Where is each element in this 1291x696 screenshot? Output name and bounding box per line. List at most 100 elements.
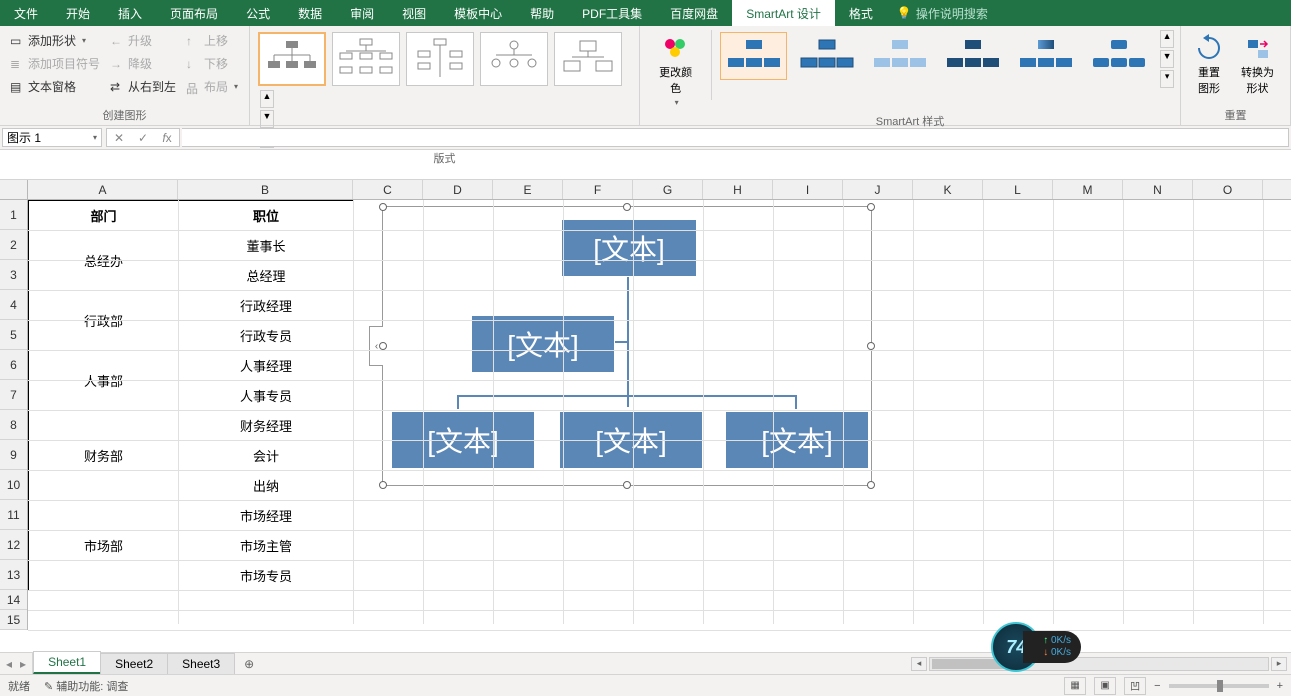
layout-option-5[interactable] (554, 32, 622, 86)
hscroll-track[interactable] (929, 657, 1269, 671)
zoom-slider[interactable] (1169, 684, 1269, 688)
col-header-M[interactable]: M (1053, 180, 1123, 199)
tab-format[interactable]: 格式 (835, 0, 887, 26)
row-header-14[interactable]: 14 (0, 590, 27, 610)
select-all-corner[interactable] (0, 180, 28, 200)
style-scroll-down[interactable]: ▼ (1160, 50, 1174, 68)
col-header-L[interactable]: L (983, 180, 1053, 199)
col-header-N[interactable]: N (1123, 180, 1193, 199)
convert-icon (1244, 34, 1272, 62)
row-header-7[interactable]: 7 (0, 380, 27, 410)
smartart-node-1[interactable]: [文本] (561, 219, 697, 277)
col-header-G[interactable]: G (633, 180, 703, 199)
reset-graphic-button[interactable]: 重置 图形 (1187, 30, 1231, 100)
row-header-3[interactable]: 3 (0, 260, 27, 290)
row-header-11[interactable]: 11 (0, 500, 27, 530)
widget-pill: ↑ 0K/s ↓ 0K/s (1023, 631, 1081, 663)
col-header-C[interactable]: C (353, 180, 423, 199)
tab-formulas[interactable]: 公式 (232, 0, 284, 26)
style-scroll-up[interactable]: ▲ (1160, 30, 1174, 48)
add-sheet-button[interactable]: ⊕ (234, 653, 264, 674)
tab-baidu[interactable]: 百度网盘 (656, 0, 732, 26)
layout-option-2[interactable] (332, 32, 400, 86)
style-option-6[interactable] (1085, 32, 1152, 80)
add-bullet-button: ≣添加项目符号 (6, 53, 104, 74)
col-header-A[interactable]: A (28, 180, 178, 199)
convert-button[interactable]: 转换为 形状 (1233, 30, 1282, 100)
name-box[interactable]: 图示 1 ▾ (2, 128, 102, 147)
fx-button[interactable]: fx (155, 131, 179, 145)
layout-option-4[interactable] (480, 32, 548, 86)
style-option-1[interactable] (720, 32, 787, 80)
add-shape-button[interactable]: ▭添加形状▾ (6, 30, 104, 51)
col-header-B[interactable]: B (178, 180, 353, 199)
ribbon-group-styles: 更改颜色▾ ▲ ▼ ▾ SmartArt 样式 (640, 26, 1181, 125)
change-colors-button[interactable]: 更改颜色▾ (646, 30, 705, 111)
col-header-K[interactable]: K (913, 180, 983, 199)
add-shape-icon: ▭ (10, 34, 24, 48)
smartart-object[interactable]: ‹ [文本] [文本] [文本] [文本] [文本] (382, 206, 872, 486)
cells-area[interactable]: 部门职位总经办董事长总经理行政部行政经理行政专员人事部人事经理人事专员财务部财务… (28, 200, 1291, 624)
col-header-E[interactable]: E (493, 180, 563, 199)
row-header-12[interactable]: 12 (0, 530, 27, 560)
sheet-nav[interactable]: ◂▸ (0, 653, 33, 674)
view-page-button[interactable]: ▣ (1094, 677, 1116, 695)
zoom-out-button[interactable]: − (1154, 680, 1160, 692)
tab-page-layout[interactable]: 页面布局 (156, 0, 232, 26)
tab-home[interactable]: 开始 (52, 0, 104, 26)
tab-templates[interactable]: 模板中心 (440, 0, 516, 26)
view-normal-button[interactable]: ▦ (1064, 677, 1086, 695)
tab-data[interactable]: 数据 (284, 0, 336, 26)
tell-me-search[interactable]: 💡 操作说明搜索 (887, 5, 998, 22)
style-option-4[interactable] (939, 32, 1006, 80)
sheet-tab-1[interactable]: Sheet1 (33, 651, 101, 674)
status-a11y[interactable]: ✎ 辅助功能: 调查 (44, 678, 128, 694)
cancel-formula-button[interactable]: ✕ (107, 131, 131, 145)
row-header-13[interactable]: 13 (0, 560, 27, 590)
row-header-1[interactable]: 1 (0, 200, 27, 230)
col-header-I[interactable]: I (773, 180, 843, 199)
style-more[interactable]: ▾ (1160, 70, 1174, 88)
row-header-15[interactable]: 15 (0, 610, 27, 630)
style-option-5[interactable] (1012, 32, 1079, 80)
style-option-3[interactable] (866, 32, 933, 80)
network-speed-widget[interactable]: 74 ↑ 0K/s ↓ 0K/s (991, 622, 1081, 672)
layout-option-1[interactable] (258, 32, 326, 86)
gallery-scroll-up[interactable]: ▲ (260, 90, 274, 108)
text-pane-button[interactable]: ▤文本窗格 (6, 76, 104, 97)
tab-file[interactable]: 文件 (0, 0, 52, 26)
tab-smartart-design[interactable]: SmartArt 设计 (732, 0, 835, 26)
tab-pdf[interactable]: PDF工具集 (568, 0, 656, 26)
sheet-tab-3[interactable]: Sheet3 (167, 653, 235, 674)
layout-option-3[interactable] (406, 32, 474, 86)
hscroll-left[interactable]: ◂ (911, 657, 927, 671)
col-header-O[interactable]: O (1193, 180, 1263, 199)
row-header-6[interactable]: 6 (0, 350, 27, 380)
col-header-D[interactable]: D (423, 180, 493, 199)
zoom-in-button[interactable]: + (1277, 680, 1283, 692)
row-header-8[interactable]: 8 (0, 410, 27, 440)
name-box-dropdown-icon[interactable]: ▾ (93, 133, 97, 142)
view-break-button[interactable]: 凹 (1124, 677, 1146, 695)
tab-review[interactable]: 审阅 (336, 0, 388, 26)
rtl-button[interactable]: ⇄从右到左 (106, 76, 180, 97)
row-header-2[interactable]: 2 (0, 230, 27, 260)
col-header-H[interactable]: H (703, 180, 773, 199)
row-header-5[interactable]: 5 (0, 320, 27, 350)
row-header-4[interactable]: 4 (0, 290, 27, 320)
sheet-tab-2[interactable]: Sheet2 (100, 653, 168, 674)
row-header-9[interactable]: 9 (0, 440, 27, 470)
worksheet-grid[interactable]: ABCDEFGHIJKLMNO 123456789101112131415 部门… (0, 180, 1291, 624)
hscroll-right[interactable]: ▸ (1271, 657, 1287, 671)
tab-view[interactable]: 视图 (388, 0, 440, 26)
tab-help[interactable]: 帮助 (516, 0, 568, 26)
status-bar: 就绪 ✎ 辅助功能: 调查 ▦ ▣ 凹 − + (0, 674, 1291, 696)
gallery-scroll-down[interactable]: ▼ (260, 110, 274, 128)
style-option-2[interactable] (793, 32, 860, 80)
tab-insert[interactable]: 插入 (104, 0, 156, 26)
col-header-F[interactable]: F (563, 180, 633, 199)
formula-input[interactable] (182, 128, 1289, 147)
row-header-10[interactable]: 10 (0, 470, 27, 500)
accept-formula-button[interactable]: ✓ (131, 131, 155, 145)
col-header-J[interactable]: J (843, 180, 913, 199)
